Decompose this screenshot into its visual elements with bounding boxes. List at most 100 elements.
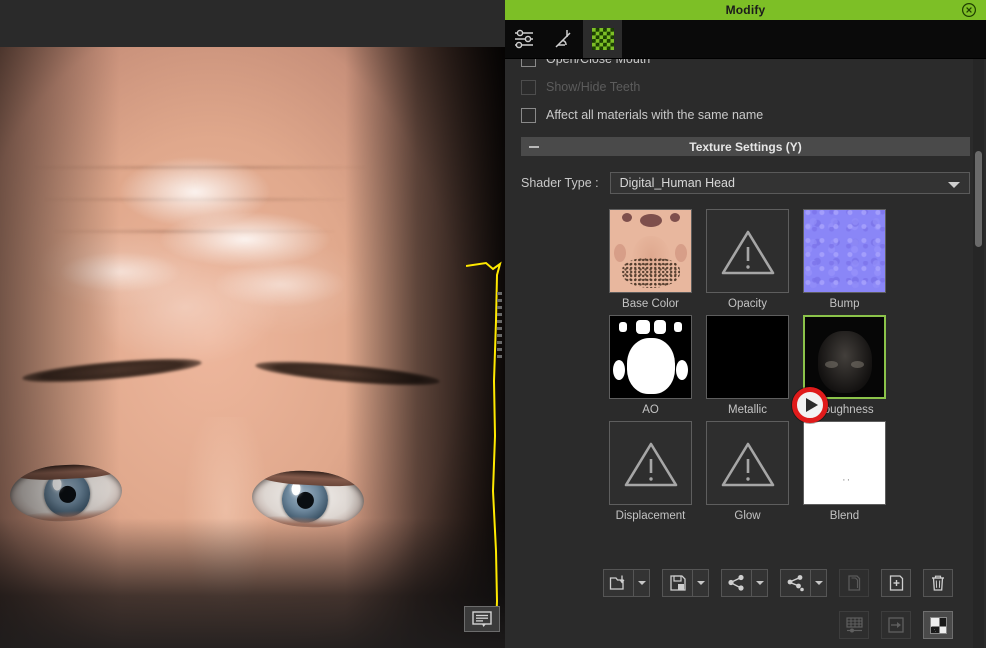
texture-slot-label: Bump [829, 298, 860, 310]
viewport-topbar [0, 0, 505, 47]
share-material-button[interactable] [780, 569, 810, 597]
warning-triangle-icon [721, 230, 774, 275]
tab-pose[interactable] [544, 20, 583, 58]
texture-thumbnail[interactable] [609, 209, 692, 293]
load-texture-dropdown[interactable] [633, 569, 650, 597]
timeline-grid-icon [845, 617, 863, 633]
shader-type-dropdown[interactable]: Digital_Human Head [609, 172, 970, 194]
checkbox-label: Show/Hide Teeth [546, 80, 641, 94]
texture-slot-label: Metallic [728, 404, 767, 416]
checkbox-label: Affect all materials with the same name [546, 108, 764, 122]
share-material-dropdown[interactable] [810, 569, 827, 597]
panel-body: Open/Close Mouth Show/Hide Teeth Affect … [505, 59, 986, 648]
texture-slot-blend[interactable]: ·· Blend [796, 421, 893, 522]
pupil [296, 491, 315, 510]
share-material-icon [787, 575, 804, 592]
ao-map [610, 316, 691, 398]
texture-slot-bump[interactable]: Bump [796, 209, 893, 310]
link-material-button[interactable] [721, 569, 751, 597]
texture-thumbnail[interactable] [706, 421, 789, 505]
scrollbar-thumb[interactable] [975, 151, 982, 247]
base-color-map [610, 210, 691, 292]
specular-highlight [215, 262, 345, 307]
material-toolbar-primary [505, 569, 986, 597]
texture-thumbnail[interactable] [609, 315, 692, 399]
texture-thumbnail-selected[interactable] [803, 315, 886, 399]
viewport[interactable] [0, 0, 505, 648]
close-button[interactable] [961, 2, 977, 18]
tab-attribute[interactable] [505, 20, 544, 58]
viewport-splitter-handle[interactable] [497, 292, 504, 362]
load-texture-icon [609, 575, 625, 590]
texture-slot-ao[interactable]: AO [602, 315, 699, 416]
save-texture-group[interactable] [662, 569, 709, 597]
panel-scrollbar[interactable] [973, 59, 984, 648]
play-triangle-icon [806, 398, 818, 412]
texture-thumbnail[interactable] [706, 315, 789, 399]
texture-slot-base-color[interactable]: Base Color [602, 209, 699, 310]
load-texture-group[interactable] [603, 569, 650, 597]
checkbox-label: Open/Close Mouth [546, 59, 651, 66]
save-texture-dropdown[interactable] [692, 569, 709, 597]
texture-slot-displacement[interactable]: Displacement [602, 421, 699, 522]
shader-type-label: Shader Type : [521, 176, 599, 190]
chevron-down-icon[interactable] [948, 182, 960, 188]
texture-slot-metallic[interactable]: Metallic [699, 315, 796, 416]
texture-slot-label: Displacement [615, 510, 686, 522]
warning-triangle-icon [624, 442, 677, 487]
delete-button[interactable] [923, 569, 953, 597]
viewport-render[interactable] [0, 47, 505, 648]
checkbox-row-affect-all-materials[interactable]: Affect all materials with the same name [505, 101, 986, 129]
texture-settings-title: Texture Settings (Y) [689, 139, 802, 154]
chevron-down-icon [814, 581, 823, 585]
texture-thumbnail[interactable]: ·· [803, 421, 886, 505]
link-material-icon [728, 574, 744, 591]
link-material-dropdown[interactable] [751, 569, 768, 597]
checker-preview-button[interactable] [923, 611, 953, 639]
texture-thumbnail[interactable] [609, 421, 692, 505]
link-material-group[interactable] [721, 569, 768, 597]
texture-settings-header[interactable]: Texture Settings (Y) [521, 137, 970, 156]
texture-slot-label: Base Color [622, 298, 679, 310]
texture-slot-label: Glow [734, 510, 761, 522]
load-texture-button[interactable] [603, 569, 633, 597]
tab-material[interactable] [583, 20, 622, 58]
chevron-down-icon [696, 581, 705, 585]
checkbox-row-show-hide-teeth: Show/Hide Teeth [505, 73, 986, 101]
save-texture-icon [669, 575, 686, 591]
panel-tabbar[interactable] [505, 20, 986, 59]
viewport-note-button[interactable] [464, 606, 500, 632]
checker-icon [591, 28, 614, 50]
checkbox-affect-all-materials[interactable] [521, 107, 536, 123]
texture-thumbnail[interactable] [706, 209, 789, 293]
shader-type-row: Shader Type : Digital_Human Head [521, 172, 970, 194]
sliders-icon [514, 29, 533, 49]
texture-slot-glow[interactable]: Glow [699, 421, 796, 522]
copy-icon [848, 575, 861, 591]
specular-highlight [160, 212, 330, 267]
note-bubble-icon [472, 611, 492, 627]
panel-titlebar: Modify [505, 0, 986, 20]
checkbox-row-open-close-mouth[interactable]: Open/Close Mouth [505, 59, 986, 73]
minus-icon[interactable] [529, 146, 539, 148]
black-map [707, 316, 788, 398]
checkbox-open-close-mouth[interactable] [521, 59, 536, 67]
share-material-group[interactable] [780, 569, 827, 597]
trash-icon [932, 575, 944, 591]
texture-slot-label: Opacity [728, 298, 767, 310]
app-root: Modify Open/Close Mouth Show/Hide Teeth … [0, 0, 986, 648]
checker-preview-icon [929, 616, 947, 634]
modify-panel: Modify Open/Close Mouth Show/Hide Teeth … [505, 0, 986, 648]
panel-title: Modify [725, 3, 766, 17]
close-circle-icon [961, 2, 977, 18]
paste-add-button[interactable] [881, 569, 911, 597]
texture-thumbnail[interactable] [803, 209, 886, 293]
roughness-map [805, 317, 884, 397]
pose-curve-icon [554, 30, 571, 48]
texture-slot-grid: Base Color Opacity Bump AO Metallic Roug… [505, 209, 986, 522]
texture-slot-opacity[interactable]: Opacity [699, 209, 796, 310]
chevron-down-icon [637, 581, 646, 585]
white-map: ·· [804, 422, 885, 504]
save-texture-button[interactable] [662, 569, 692, 597]
import-panel-icon [888, 617, 904, 633]
